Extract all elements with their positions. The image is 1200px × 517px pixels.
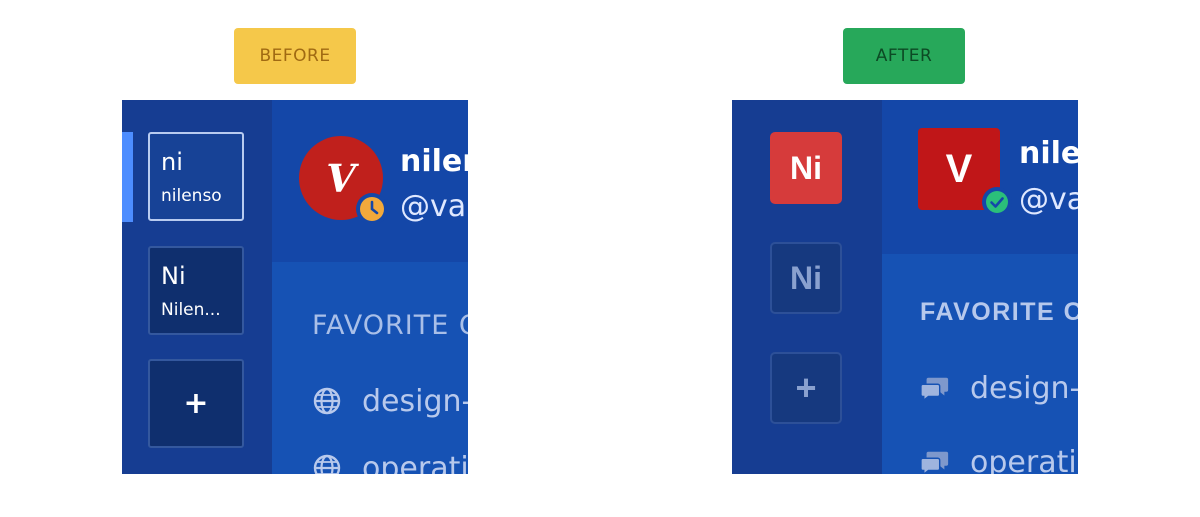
clock-icon [360, 197, 384, 221]
after-panel: Ni Ni + V nilenso @varun FAVORITE CHANNE… [732, 100, 1078, 474]
globe-icon [312, 386, 342, 416]
chat-bubbles-icon [920, 447, 950, 474]
team-tile-nilenso-2[interactable]: Ni Nilen... [148, 246, 244, 335]
channel-name: design-team [970, 370, 1078, 406]
team-abbr: ni [161, 148, 183, 176]
channel-name: operations [970, 444, 1078, 475]
section-title: FAVORITE CHANNELS [920, 298, 1078, 326]
channel-item-design-team[interactable]: design-team [920, 368, 1078, 408]
user-display-name: nilenso [1019, 136, 1078, 171]
team-name: Nilen... [161, 300, 221, 320]
channel-name: design-team [362, 383, 468, 419]
channel-item-design-team[interactable]: design-team [312, 381, 468, 421]
team-sidebar: Ni Ni + [732, 100, 882, 474]
before-label: BEFORE [234, 28, 356, 84]
add-team-button[interactable]: + [770, 352, 842, 424]
team-abbr: Ni [161, 262, 186, 290]
user-header: V nilenso @varun [882, 100, 1078, 254]
team-tile-nilenso[interactable]: Ni [770, 132, 842, 204]
user-header: V nilenso @varun [272, 100, 468, 262]
active-team-indicator [122, 132, 133, 222]
before-panel: ni nilenso Ni Nilen... + V nilenso @varu… [122, 100, 468, 474]
team-sidebar: ni nilenso Ni Nilen... + [122, 100, 272, 474]
chat-bubbles-icon [920, 373, 950, 403]
status-badge [356, 193, 388, 225]
main-panel: V nilenso @varun FAVORITE CHANNELS [272, 100, 468, 474]
channel-name: operations [362, 450, 468, 475]
channel-item-operations[interactable]: operations [920, 442, 1078, 474]
team-name: nilenso [161, 186, 222, 206]
channel-item-operations[interactable]: operations [312, 448, 468, 474]
after-label: AFTER [843, 28, 965, 84]
user-handle: @varun [1019, 182, 1078, 217]
section-title: FAVORITE CHANNELS [312, 310, 468, 341]
check-circle-icon [986, 191, 1008, 213]
main-panel: V nilenso @varun FAVORITE CHANNELS desig… [882, 100, 1078, 474]
add-team-button[interactable]: + [148, 359, 244, 448]
team-tile-nilenso[interactable]: ni nilenso [148, 132, 244, 221]
user-handle: @varun [400, 189, 468, 224]
user-display-name: nilenso [400, 144, 468, 179]
team-tile-nilenso-2[interactable]: Ni [770, 242, 842, 314]
globe-icon [312, 453, 342, 474]
status-badge [982, 187, 1012, 217]
